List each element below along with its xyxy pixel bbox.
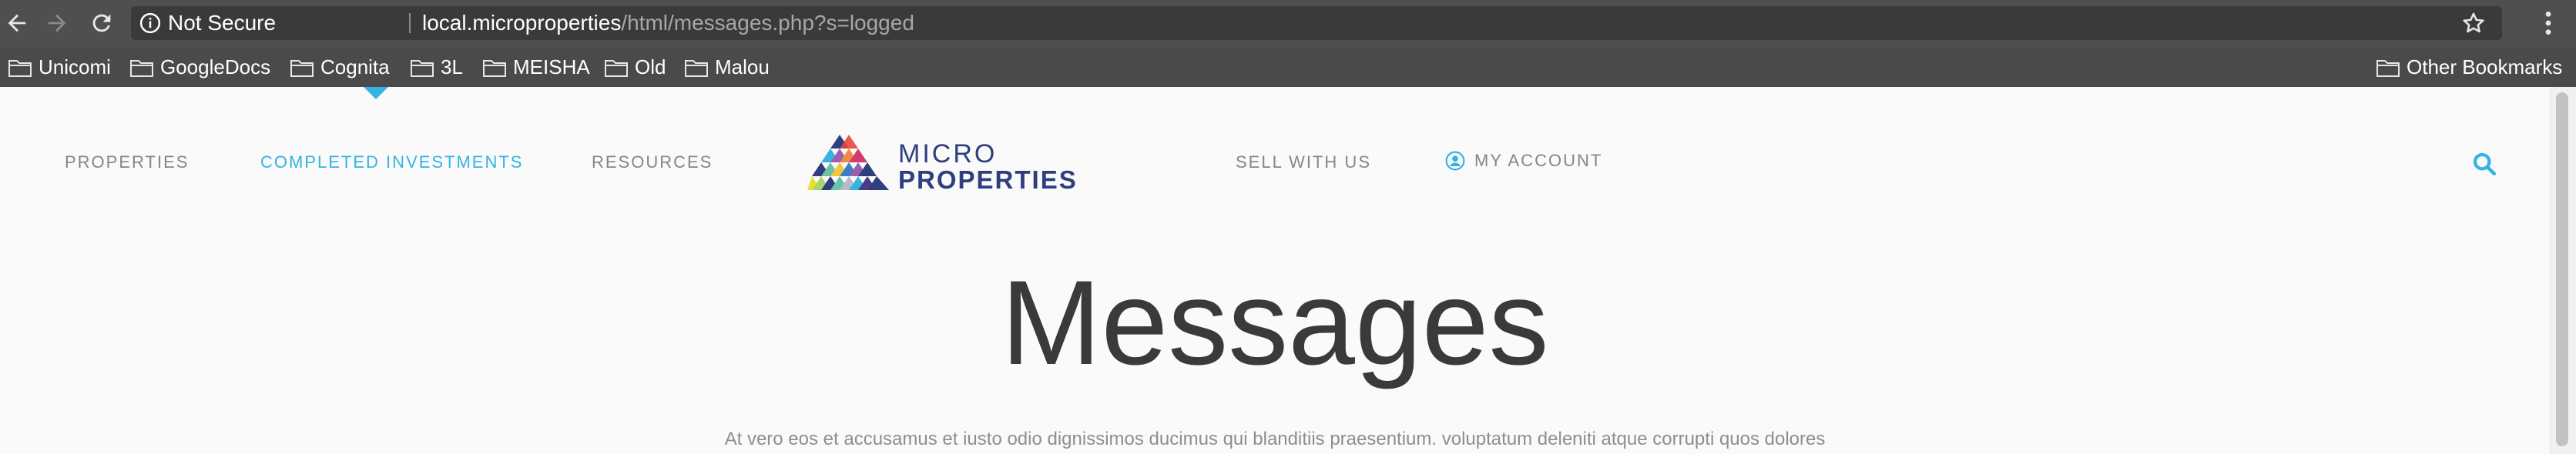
- divider: [409, 13, 411, 33]
- folder-icon: [2376, 59, 2400, 77]
- bookmark-label: Malou: [715, 55, 770, 78]
- url-text[interactable]: local.microproperties/html/messages.php?…: [422, 6, 914, 40]
- folder-icon: [605, 59, 628, 77]
- bookmark-folder-meisha[interactable]: MEISHA: [482, 48, 590, 87]
- nav-properties[interactable]: PROPERTIES: [65, 152, 189, 172]
- bookmark-label: Cognita: [320, 55, 390, 78]
- folder-icon: [290, 59, 314, 77]
- bookmark-folder-malou[interactable]: Malou: [684, 48, 770, 87]
- menu-kebab-icon[interactable]: [2533, 8, 2564, 38]
- bookmark-label: GoogleDocs: [160, 55, 271, 78]
- nav-my-account[interactable]: MY ACCOUNT: [1445, 151, 1602, 171]
- address-bar[interactable]: Not Secure local.microproperties/html/me…: [131, 6, 2502, 40]
- bookmark-folder-cognita[interactable]: Cognita: [290, 48, 390, 87]
- browser-chrome: Not Secure local.microproperties/html/me…: [0, 0, 2576, 87]
- bookmark-label: MEISHA: [513, 55, 590, 78]
- bookmark-folder-unicomi[interactable]: Unicomi: [8, 48, 111, 87]
- bookmark-label: Other Bookmarks: [2407, 55, 2563, 78]
- bookmark-folder-3l[interactable]: 3L: [410, 48, 463, 87]
- nav-sell-with-us[interactable]: SELL WITH US: [1236, 152, 1371, 172]
- site-logo[interactable]: MICRO PROPERTIES: [807, 135, 1076, 196]
- user-circle-icon: [1445, 151, 1465, 171]
- back-button[interactable]: [0, 6, 34, 40]
- forward-button[interactable]: [40, 6, 74, 40]
- bookmark-label: Old: [635, 55, 666, 78]
- folder-icon: [483, 59, 506, 77]
- folder-icon: [130, 59, 153, 77]
- url-path: /html/messages.php?s=logged: [621, 11, 914, 35]
- other-bookmarks-folder[interactable]: Other Bookmarks: [2376, 48, 2562, 87]
- folder-icon: [411, 59, 434, 77]
- logo-triangles-icon: [807, 135, 889, 190]
- page-title: Messages: [1001, 256, 1549, 390]
- info-icon[interactable]: [139, 12, 162, 35]
- search-icon[interactable]: [2471, 151, 2497, 177]
- logo-text-properties: PROPERTIES: [898, 165, 1078, 194]
- bookmark-folder-googledocs[interactable]: GoogleDocs: [129, 48, 270, 87]
- nav-resources[interactable]: RESOURCES: [592, 152, 713, 172]
- security-status[interactable]: Not Secure: [168, 6, 276, 40]
- arrow-right-icon: [48, 14, 66, 32]
- folder-icon: [8, 59, 32, 77]
- bookmark-label: Unicomi: [39, 55, 111, 78]
- active-nav-indicator: [364, 87, 388, 99]
- bookmark-label: 3L: [441, 55, 463, 78]
- url-host: local.microproperties: [422, 11, 622, 35]
- page-intro-text: At vero eos et accusamus et iusto odio d…: [724, 429, 1826, 449]
- nav-completed-investments[interactable]: COMPLETED INVESTMENTS: [260, 152, 523, 172]
- address-bar-row: Not Secure local.microproperties/html/me…: [0, 0, 2576, 48]
- reload-button[interactable]: [85, 6, 119, 40]
- scrollbar-thumb[interactable]: [2556, 92, 2568, 446]
- arrow-left-icon: [8, 14, 26, 32]
- my-account-label: MY ACCOUNT: [1474, 151, 1603, 170]
- folder-icon: [685, 59, 708, 77]
- reload-icon: [92, 14, 111, 32]
- bookmark-folder-old[interactable]: Old: [604, 48, 666, 87]
- star-icon[interactable]: [2460, 10, 2487, 36]
- bookmarks-bar: Unicomi GoogleDocs Cognita 3L MEISHA Old…: [0, 48, 2576, 87]
